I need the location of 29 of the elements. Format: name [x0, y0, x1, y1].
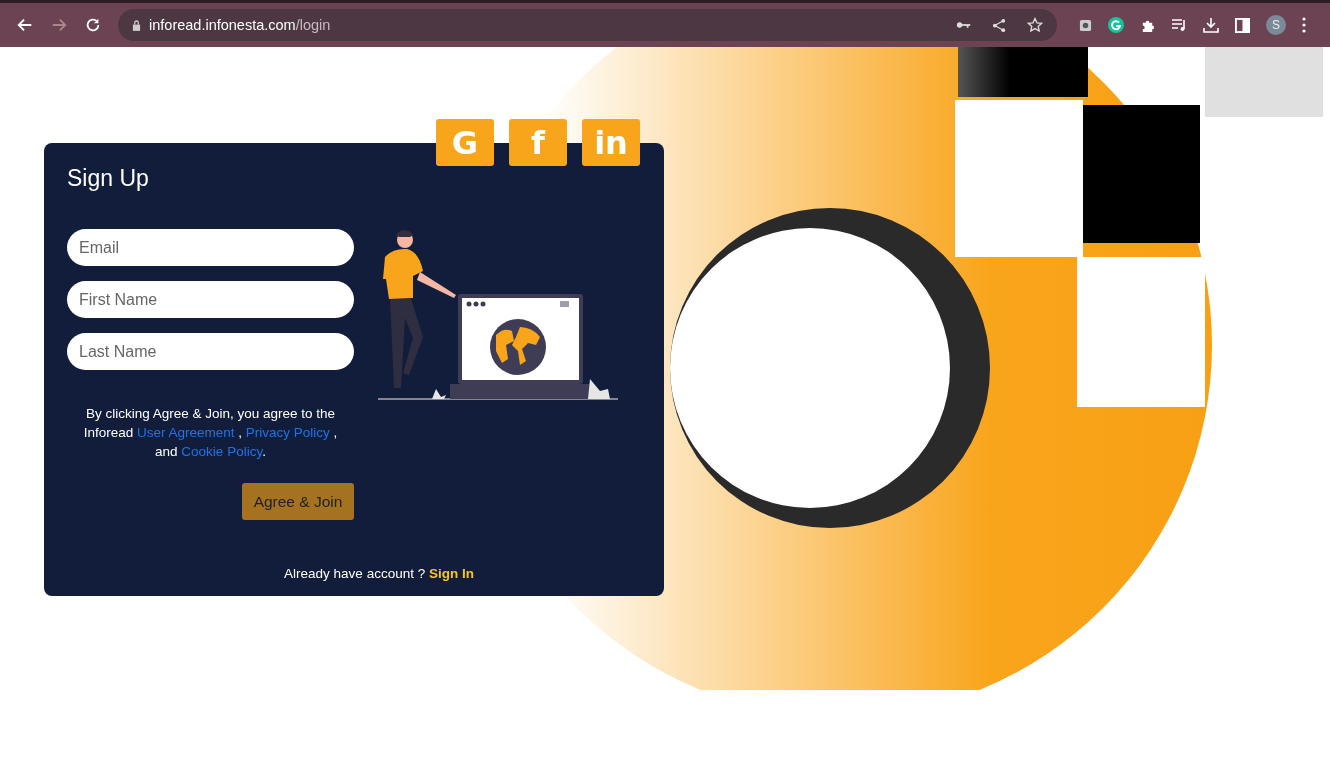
- lock-icon: [132, 19, 141, 31]
- forward-icon[interactable]: [50, 16, 68, 34]
- star-icon[interactable]: [1027, 17, 1044, 33]
- profile-avatar[interactable]: S: [1266, 15, 1286, 35]
- signin-link[interactable]: Sign In: [428, 566, 474, 581]
- input-field[interactable]: Last Name: [67, 333, 354, 370]
- grammar-extension-icon[interactable]: [1108, 17, 1125, 33]
- policy-link[interactable]: User Agreement: [136, 425, 235, 440]
- form-title: Sign Up: [67, 165, 150, 192]
- key-icon[interactable]: [956, 20, 973, 30]
- back-icon[interactable]: [16, 16, 34, 34]
- download-icon[interactable]: [1203, 17, 1220, 33]
- agree-join-button[interactable]: Agree & Join: [242, 483, 354, 520]
- input-field[interactable]: Email: [67, 229, 354, 266]
- agreement-text: By clicking Agree & Join, you agree to the Inforead User Agreement , Privacy Policy , and Cookie Policy.: [82, 405, 339, 461]
- url-text: inforead.infonesta.com/login: [149, 17, 331, 33]
- playlist-icon[interactable]: [1171, 17, 1188, 33]
- social-login-button[interactable]: f: [509, 119, 567, 166]
- side-panel-icon[interactable]: [1235, 17, 1251, 33]
- social-login-button[interactable]: G: [436, 119, 494, 166]
- extension-icon[interactable]: [1079, 18, 1093, 32]
- address-bar[interactable]: inforead.infonesta.com/login: [118, 9, 1058, 41]
- reload-icon[interactable]: [84, 16, 102, 34]
- social-login-button[interactable]: in: [582, 119, 640, 166]
- menu-icon[interactable]: [1302, 17, 1306, 33]
- signin-prompt: Already have account ? Sign In: [283, 566, 475, 581]
- policy-link[interactable]: Privacy Policy: [245, 425, 330, 440]
- input-field[interactable]: First Name: [67, 281, 354, 318]
- share-icon[interactable]: [992, 17, 1008, 33]
